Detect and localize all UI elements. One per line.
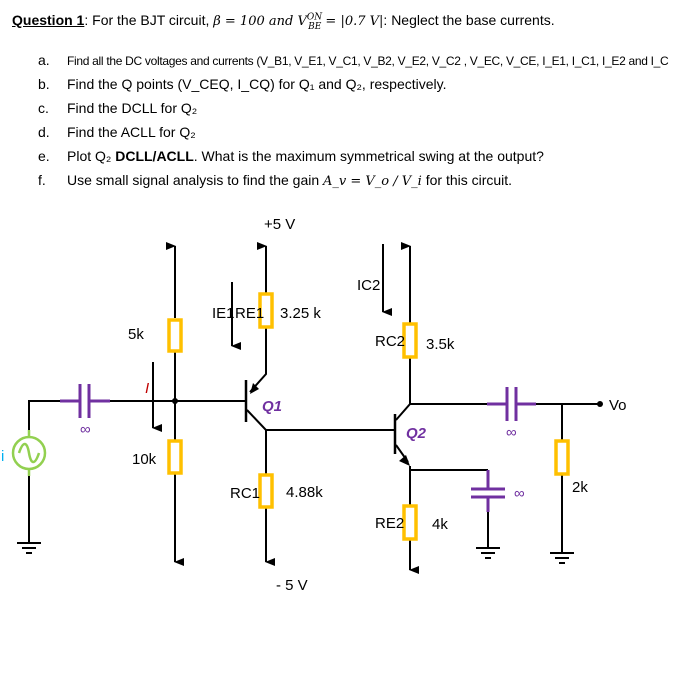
bypass-capacitor [471,470,505,512]
wire [28,400,60,437]
resistor-rc2 [402,322,418,359]
re1-value: 3.25 k [280,305,321,322]
resistor-10k [167,439,183,475]
resistor-5k [167,318,183,353]
vin-label-partial: i [1,448,4,465]
rc2-label: RC2 [375,333,405,350]
re2-value: 4k [432,516,448,533]
q1-emitter [249,328,267,393]
rc2-value: 3.5k [426,336,455,353]
current-i-label: I [145,380,149,397]
bypass-cap-value: ∞ [514,485,525,502]
q1-label: Q1 [262,398,282,415]
q2-collector [395,358,411,421]
vout-terminal [597,401,603,407]
q1-collector [246,409,267,474]
q2-emitter-arrow [399,455,410,466]
junction-dot [172,398,178,404]
ac-source-icon [11,430,47,476]
output-capacitor [487,387,536,421]
ground-icon [550,552,574,564]
r-top-bias-value: 5k [128,326,144,343]
ground-icon [476,547,500,559]
rl-value: 2k [572,479,588,496]
re2-label: RE2 [375,515,404,532]
resistor-rc1 [258,473,274,509]
input-cap-value: ∞ [80,421,91,438]
re1-label: RE1 [235,305,264,322]
input-capacitor [60,384,110,418]
ie1-label: IE1 [212,305,235,322]
output-cap-value: ∞ [506,424,517,441]
rc1-label: RC1 [230,485,260,502]
r-bottom-bias-value: 10k [132,451,157,468]
q2-label: Q2 [406,425,427,442]
circuit-diagram: +5 V - 5 V 5k 10k IE1 RE1 3.25 k RC1 4.8… [1,216,627,594]
resistor-re2 [402,504,418,541]
rc1-value: 4.88k [286,484,323,501]
ic2-label: IC2 [357,277,380,294]
vee-label: - 5 V [276,577,308,594]
vcc-label: +5 V [264,216,295,233]
vout-label: Vo [609,397,627,414]
ground-icon [17,542,41,554]
resistor-rl [554,439,570,476]
